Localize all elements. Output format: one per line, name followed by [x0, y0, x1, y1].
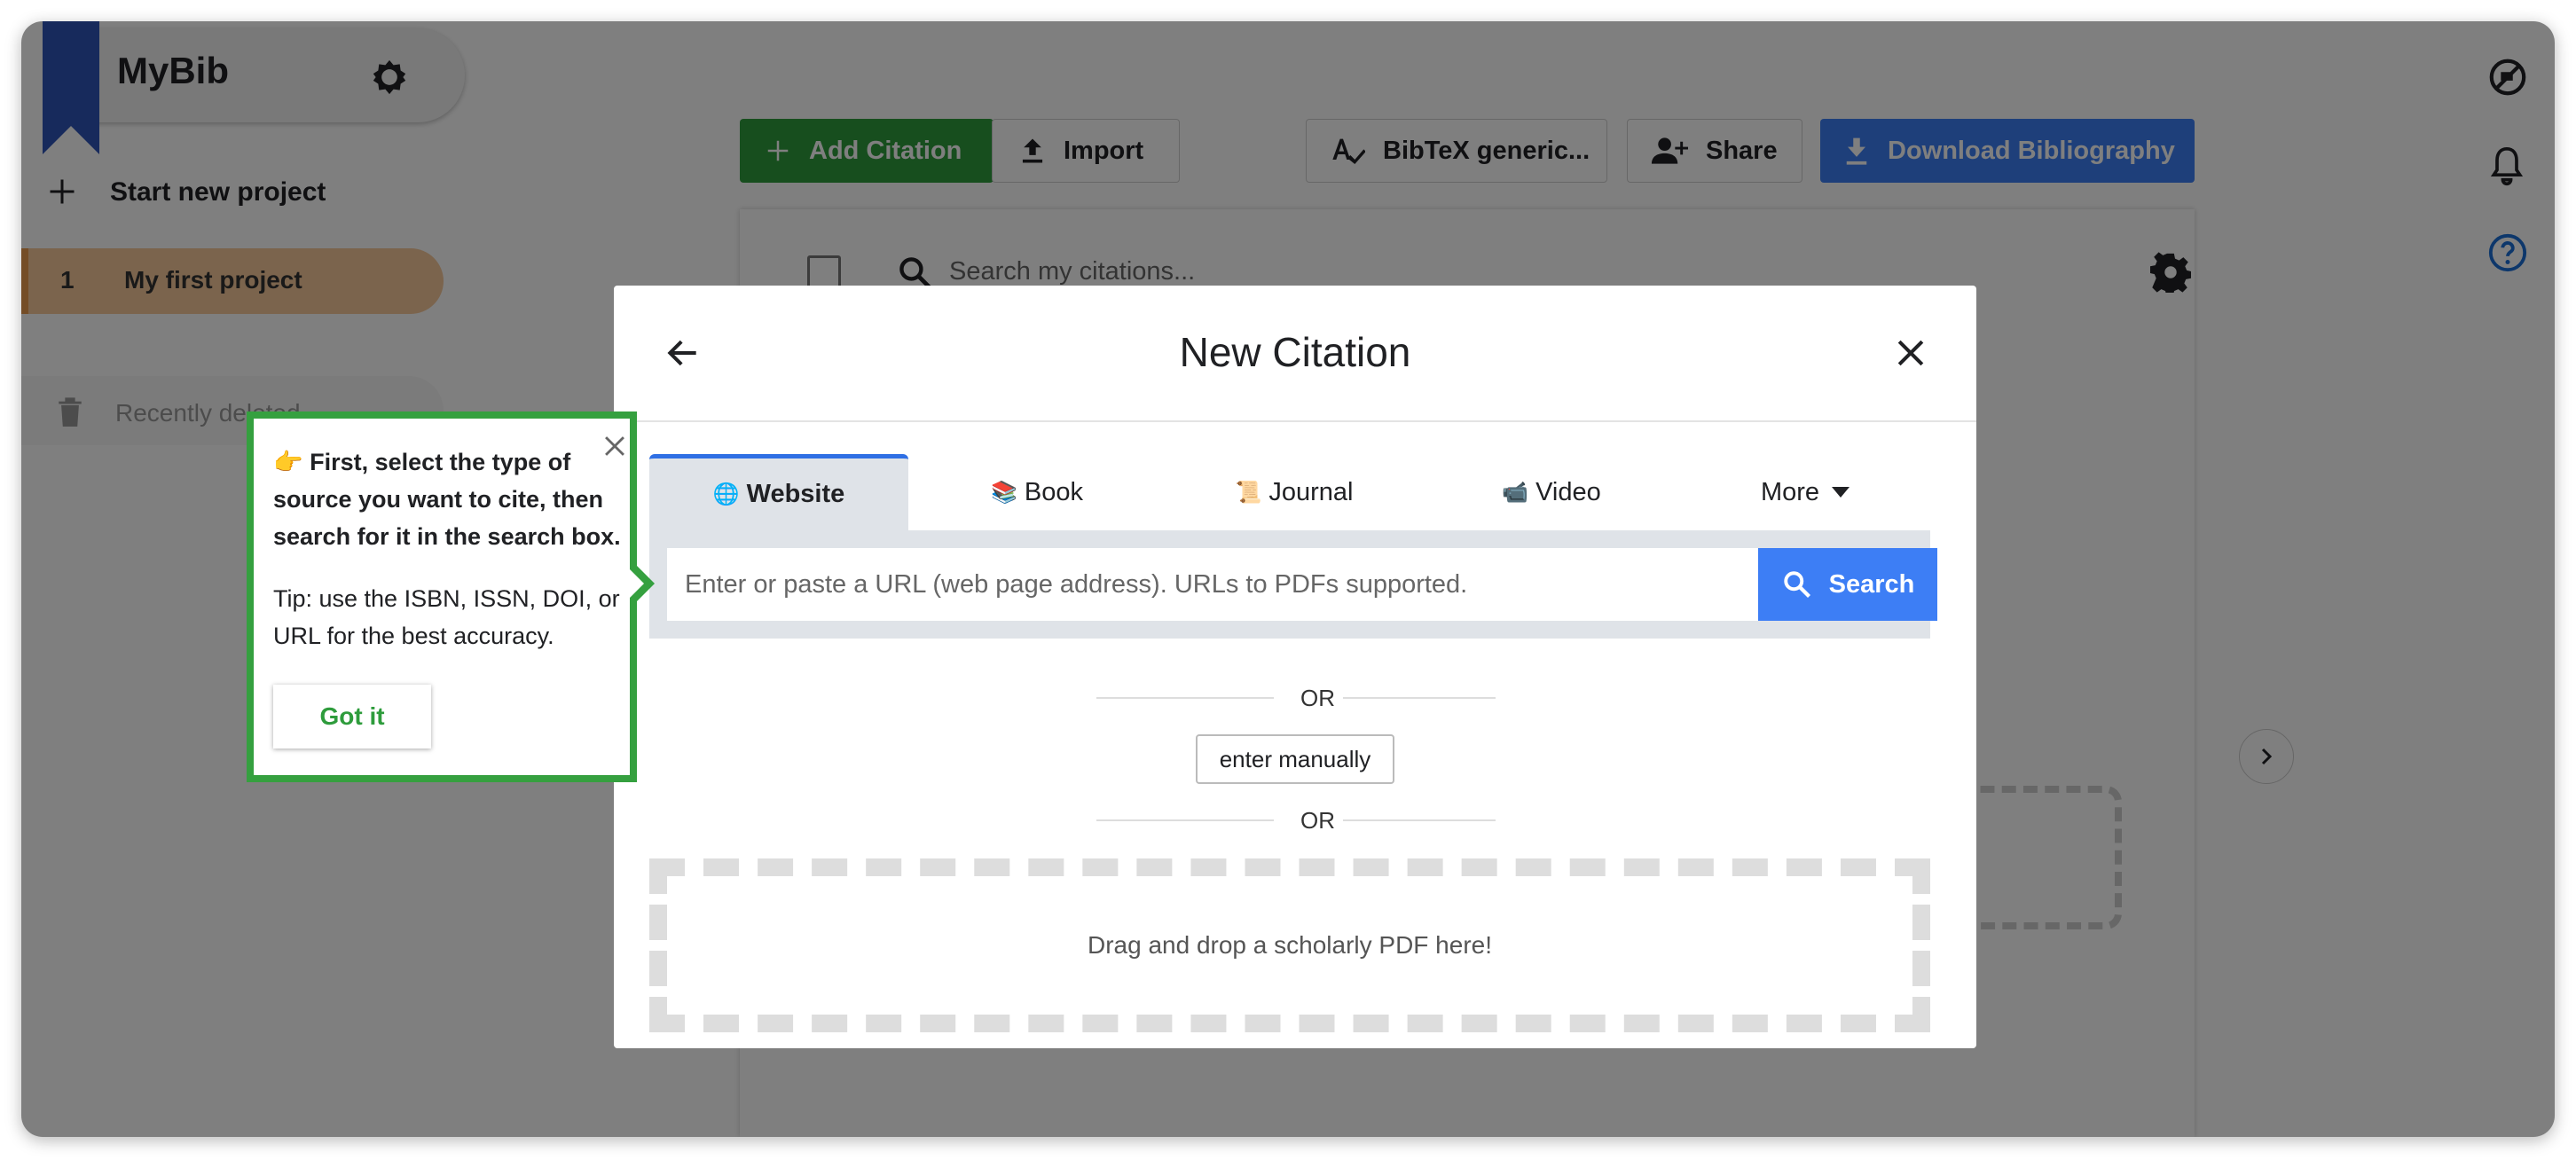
- tab-label: Video: [1535, 477, 1601, 506]
- onboarding-tooltip: 👉 First, select the type of source you w…: [247, 411, 637, 782]
- scroll-icon: 📜: [1235, 480, 1262, 505]
- url-search-input[interactable]: [667, 548, 1758, 621]
- tab-journal[interactable]: 📜 Journal: [1166, 454, 1423, 530]
- books-icon: 📚: [991, 480, 1017, 505]
- or-divider-line: [1343, 697, 1496, 699]
- tooltip-instruction: 👉 First, select the type of source you w…: [273, 449, 621, 550]
- tooltip-tip: Tip: use the ISBN, ISSN, DOI, or URL for…: [273, 585, 620, 649]
- app-window: MyBib Start new project 1 My first proje…: [21, 21, 2555, 1137]
- url-search-bar: Search: [649, 530, 1937, 639]
- tab-website[interactable]: 🌐 Website: [649, 454, 908, 530]
- pdf-dropzone[interactable]: Drag and drop a scholarly PDF here!: [649, 858, 1930, 1032]
- tab-label: Journal: [1268, 477, 1354, 506]
- or-divider-text: OR: [1300, 807, 1335, 834]
- tab-label: Website: [746, 480, 845, 508]
- tab-label: More: [1760, 477, 1820, 506]
- or-divider-line: [1096, 819, 1274, 821]
- tab-video[interactable]: 📹 Video: [1423, 454, 1680, 530]
- caret-down-icon: [1832, 487, 1850, 498]
- search-button-label: Search: [1828, 569, 1915, 599]
- globe-icon: 🌐: [712, 482, 740, 506]
- or-divider-line: [1343, 819, 1496, 821]
- video-camera-icon: 📹: [1502, 480, 1529, 505]
- new-citation-dialog: New Citation 🌐 Website 📚 Book 📜 Journal 📹 Vi…: [614, 286, 1976, 1048]
- or-divider-text: OR: [1300, 685, 1335, 711]
- tab-book[interactable]: 📚 Book: [908, 454, 1166, 530]
- search-button[interactable]: Search: [1758, 548, 1937, 621]
- dialog-divider: [614, 420, 1976, 422]
- tab-label: Book: [1024, 477, 1083, 506]
- search-icon: [1783, 571, 1810, 598]
- or-divider-line: [1096, 697, 1274, 699]
- enter-manually-button[interactable]: enter manually: [1196, 734, 1394, 784]
- dropzone-label: Drag and drop a scholarly PDF here!: [1088, 931, 1492, 959]
- dialog-title: New Citation: [1179, 329, 1411, 375]
- got-it-button[interactable]: Got it: [273, 685, 431, 749]
- source-type-tabs: 🌐 Website 📚 Book 📜 Journal 📹 Video More: [649, 454, 1930, 530]
- close-icon[interactable]: [1891, 333, 1930, 372]
- tab-more[interactable]: More: [1680, 454, 1930, 530]
- tooltip-pointer: [630, 559, 655, 608]
